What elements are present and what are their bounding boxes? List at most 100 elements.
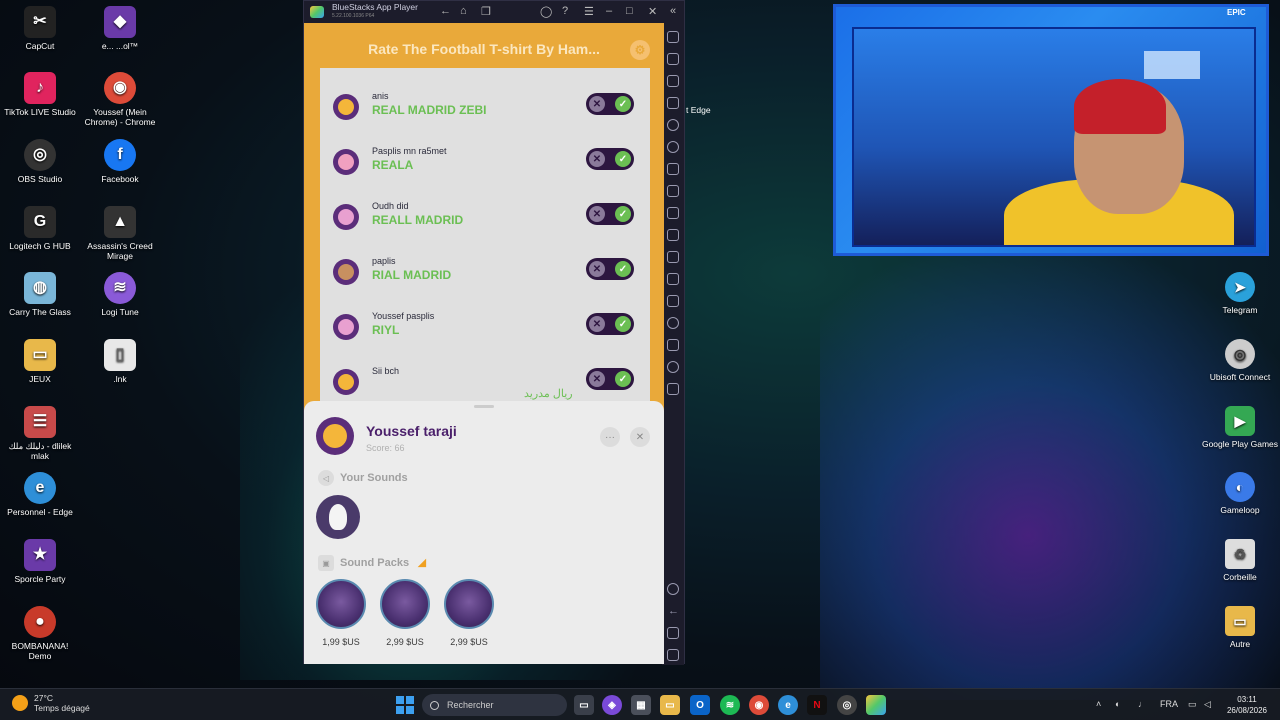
desktop-icon-lnk[interactable]: ▯ .lnk (80, 339, 160, 384)
close-icon[interactable]: ✕ (648, 5, 657, 18)
reject-icon[interactable]: ✕ (589, 316, 605, 332)
netflix-icon[interactable]: N (807, 695, 827, 715)
carry-glass-icon: ◍ (24, 272, 56, 304)
sound-pack-1[interactable]: 1,99 $US (316, 579, 366, 647)
sound-pack-3[interactable]: 2,99 $US (444, 579, 494, 647)
minimize-icon[interactable]: – (606, 5, 612, 17)
desktop-icon-capcut[interactable]: ✂ CapCut (0, 6, 80, 51)
android-home-icon[interactable] (667, 627, 679, 639)
screenshot-icon[interactable] (667, 185, 679, 197)
edge-icon[interactable]: e (778, 695, 798, 715)
desktop-icon-recycle-bin[interactable]: ♻ Corbeille (1200, 539, 1280, 582)
keyboard-icon[interactable] (667, 97, 679, 109)
bluestacks-taskbar-icon[interactable] (866, 695, 886, 715)
bluestacks-version: 5.22.100.1036 P64 (332, 13, 375, 19)
accept-icon[interactable]: ✓ (615, 316, 631, 332)
volume-icon[interactable] (667, 53, 679, 65)
airplane-icon[interactable] (667, 251, 679, 263)
reject-icon[interactable]: ✕ (589, 206, 605, 222)
language-indicator[interactable]: FRA (1160, 699, 1178, 709)
gear-icon[interactable]: ⚙ (630, 40, 650, 60)
speaker-icon[interactable]: ◁ (1204, 699, 1211, 710)
folder-icon[interactable] (667, 273, 679, 285)
layers-icon[interactable] (667, 339, 679, 351)
more-options-icon[interactable]: ··· (600, 427, 620, 447)
entry-answer: ريال مدريد (524, 388, 573, 400)
desktop-icon-ubisoft[interactable]: ◎ Ubisoft Connect (1200, 339, 1280, 382)
desktop-icon-game[interactable]: ◆ e... ...ol™ (80, 6, 160, 51)
epic-label[interactable]: EPIC (1227, 8, 1246, 17)
desktop-icon-tiktok[interactable]: ♪ TikTok LIVE Studio (0, 72, 80, 117)
desktop-icon-personnel-edge[interactable]: e Personnel - Edge (0, 472, 80, 517)
weather-widget[interactable]: 27°C Temps dégagé (12, 693, 90, 713)
bluestacks-titlebar[interactable]: BlueStacks App Player 5.22.100.1036 P64 … (304, 1, 684, 23)
fullscreen-icon[interactable] (667, 31, 679, 43)
task-view-icon[interactable]: ▭ (574, 695, 594, 715)
side-panel-icon[interactable] (667, 383, 679, 395)
desktop-icon-assassins-creed[interactable]: ▲ Assassin's Creed Mirage (80, 206, 160, 261)
outlook-icon[interactable]: O (690, 695, 710, 715)
desktop-icon-autre[interactable]: ▭ Autre (1200, 606, 1280, 649)
tray-app-icon[interactable]: ◐ (1115, 699, 1120, 709)
desktop-icon-dlilek[interactable]: ☰ دليلك ملك - dlilek mlak (0, 406, 80, 461)
sync-icon[interactable] (667, 361, 679, 373)
close-icon[interactable]: ✕ (630, 427, 650, 447)
desktop-icon-obs[interactable]: ◎ OBS Studio (0, 139, 80, 184)
screen-record-icon[interactable] (667, 75, 679, 87)
account-icon[interactable]: ◯ (540, 5, 552, 18)
spotify-icon[interactable]: ≋ (720, 695, 740, 715)
start-button[interactable] (396, 696, 414, 714)
maximize-icon[interactable]: □ (626, 5, 633, 17)
help-icon[interactable]: ? (562, 5, 568, 17)
accept-icon[interactable]: ✓ (615, 206, 631, 222)
accept-icon[interactable]: ✓ (615, 371, 631, 387)
desktop-icon-logitech[interactable]: G Logitech G HUB (0, 206, 80, 251)
android-recents-icon[interactable] (667, 649, 679, 661)
obs-icon[interactable]: ◎ (837, 695, 857, 715)
desktop-icon-telegram[interactable]: ➤ Telegram (1200, 272, 1280, 315)
taskbar-clock[interactable]: 03:11 26/08/2026 (1222, 694, 1272, 716)
reject-icon[interactable]: ✕ (589, 261, 605, 277)
settings-icon[interactable] (667, 583, 679, 595)
desktop-icon-chrome[interactable]: ◉ Youssef (Mein Chrome) - Chrome (80, 72, 160, 127)
sound-pack-2[interactable]: 2,99 $US (380, 579, 430, 647)
sheet-handle[interactable] (474, 405, 494, 408)
desktop-icon-google-play-games[interactable]: ▶ Google Play Games (1200, 406, 1280, 449)
network-icon[interactable]: ▭ (1188, 699, 1197, 710)
rotate-icon[interactable] (667, 119, 679, 131)
desktop-icon-jeux[interactable]: ▭ JEUX (0, 339, 80, 384)
microphone-icon[interactable]: ♩ (1138, 699, 1147, 709)
sound-goose-button[interactable] (316, 495, 360, 539)
location-icon[interactable] (667, 317, 679, 329)
taskbar-search[interactable]: Rechercher (422, 694, 567, 716)
file-explorer-icon[interactable]: ▭ (660, 695, 680, 715)
macro-icon[interactable] (667, 141, 679, 153)
recent-apps-icon[interactable]: ❐ (481, 5, 491, 18)
desktop-icon-logi-tune[interactable]: ≋ Logi Tune (80, 272, 160, 317)
desktop-icon-sporcle[interactable]: ★ Sporcle Party (0, 539, 80, 584)
chrome-icon[interactable]: ◉ (749, 695, 769, 715)
android-back-icon[interactable]: ← (668, 605, 680, 617)
home-icon[interactable]: ⌂ (460, 5, 467, 17)
reject-icon[interactable]: ✕ (589, 151, 605, 167)
accept-icon[interactable]: ✓ (615, 151, 631, 167)
desktop-icon-carry-glass[interactable]: ◍ Carry The Glass (0, 272, 80, 317)
media-icon[interactable] (667, 229, 679, 241)
multi-instance-icon[interactable] (667, 163, 679, 175)
menu-icon[interactable]: ☰ (584, 5, 594, 18)
desktop-icon-edge-label[interactable]: t Edge (686, 105, 711, 115)
accept-icon[interactable]: ✓ (615, 261, 631, 277)
collapse-sidebar-icon[interactable]: « (670, 5, 676, 17)
tray-overflow-icon[interactable]: ˄ (1096, 699, 1101, 709)
copilot-icon[interactable]: ◈ (602, 695, 622, 715)
store-icon[interactable]: ▦ (631, 695, 651, 715)
desktop-icon-facebook[interactable]: f Facebook (80, 139, 160, 184)
desktop-icon-bombanana[interactable]: ● BOMBANANA! Demo (0, 606, 80, 661)
back-icon[interactable]: ← (440, 5, 451, 17)
desktop-icon-gameloop[interactable]: ◐ Gameloop (1200, 472, 1280, 515)
accept-icon[interactable]: ✓ (615, 96, 631, 112)
erase-icon[interactable] (667, 295, 679, 307)
camera-icon[interactable] (667, 207, 679, 219)
reject-icon[interactable]: ✕ (589, 371, 605, 387)
reject-icon[interactable]: ✕ (589, 96, 605, 112)
